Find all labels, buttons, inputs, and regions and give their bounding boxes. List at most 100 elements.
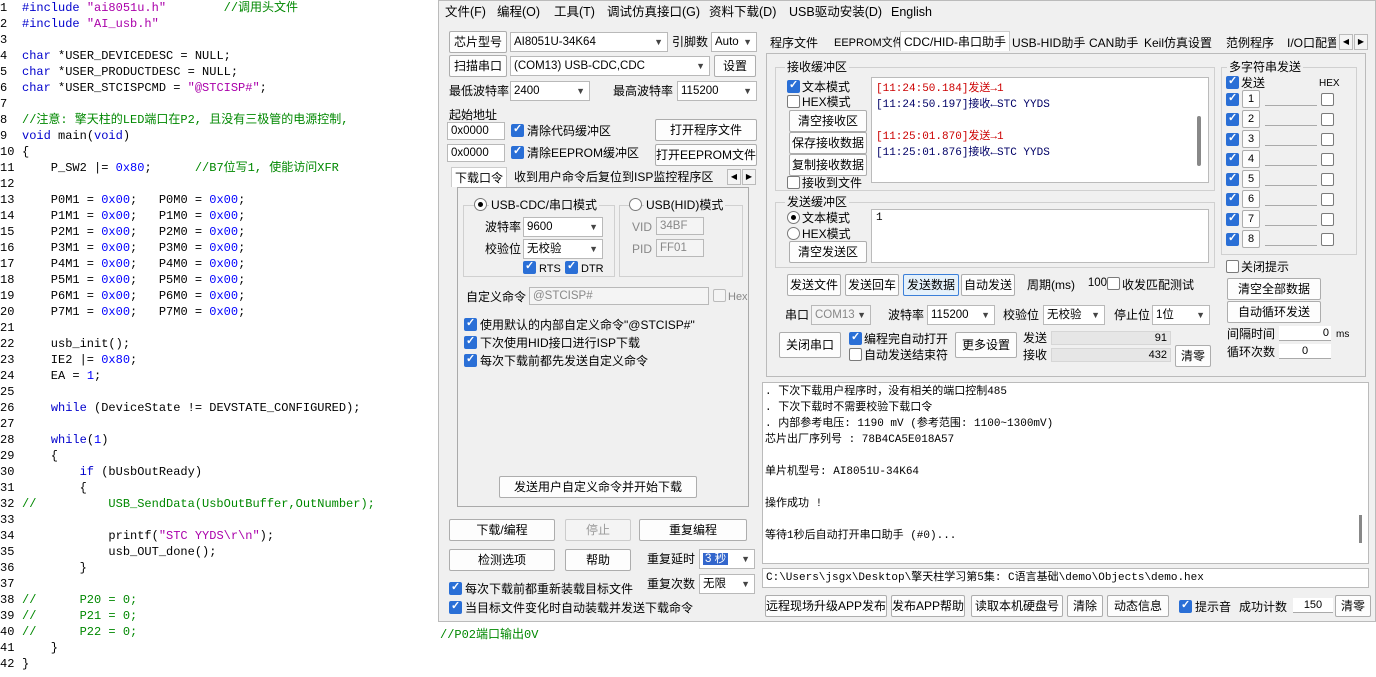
multi-row-checkbox[interactable] (1226, 211, 1239, 226)
copy-recv-button[interactable]: 复制接收数据 (789, 154, 867, 176)
help-button[interactable]: 帮助 (565, 549, 631, 571)
send-file-button[interactable]: 发送文件 (787, 274, 841, 296)
match-test-checkbox[interactable] (1107, 277, 1120, 290)
loop-count-input[interactable]: 0 (1279, 344, 1331, 359)
multi-row-send-button[interactable]: 1 (1242, 90, 1260, 108)
opt-hid-isp-checkbox[interactable] (464, 334, 477, 349)
opt-default-cmd-checkbox[interactable] (464, 316, 477, 331)
tab-program-file[interactable]: 程序文件 (767, 33, 821, 53)
clear-send-button[interactable]: 清空发送区 (789, 241, 867, 263)
clear-output-button[interactable]: 清除 (1067, 595, 1103, 617)
serial-stop-select[interactable]: 1位 ▼ (1152, 305, 1210, 325)
settings-button[interactable]: 设置 (714, 55, 756, 77)
tab-download-password[interactable]: 下载口令 (451, 167, 508, 187)
multi-row-hex-checkbox[interactable] (1321, 233, 1334, 246)
send-data-button[interactable]: 发送数据 (903, 274, 959, 296)
check-options-button[interactable]: 检测选项 (449, 549, 555, 571)
pid-input[interactable]: FF01 (656, 239, 704, 257)
custom-cmd-input[interactable]: @STCISP# (529, 287, 709, 305)
chip-select[interactable]: AI8051U-34K64 ▼ (510, 32, 668, 52)
clear-all-data-button[interactable]: 清空全部数据 (1227, 278, 1321, 300)
serial-parity-select[interactable]: 无校验 ▼ (1043, 305, 1105, 325)
output-log-scrollbar[interactable] (1359, 515, 1362, 543)
close-tips-checkbox[interactable] (1226, 260, 1239, 273)
eeprom-address-input[interactable]: 0x0000 (447, 144, 505, 162)
send-custom-cmd-button[interactable]: 发送用户自定义命令并开始下载 (499, 476, 697, 498)
read-disk-id-button[interactable]: 读取本机硬盘号 (971, 595, 1063, 617)
tab-keil-debug[interactable]: Keil仿真设置 (1141, 33, 1215, 53)
multi-row-hex-checkbox[interactable] (1321, 113, 1334, 126)
multi-row-checkbox[interactable] (1226, 91, 1239, 106)
multi-row-input[interactable] (1265, 245, 1317, 246)
multi-row-send-button[interactable]: 5 (1242, 170, 1260, 188)
multi-row-send-button[interactable]: 2 (1242, 110, 1260, 128)
vid-input[interactable]: 34BF (656, 217, 704, 235)
send-textarea[interactable]: 1 (871, 209, 1209, 263)
remote-upgrade-button[interactable]: 远程现场升级APP发布 (765, 595, 887, 617)
opt-send-cmd-checkbox[interactable] (464, 352, 477, 367)
code-address-input[interactable]: 0x0000 (447, 122, 505, 140)
multi-row-hex-checkbox[interactable] (1321, 133, 1334, 146)
right-tab-scroll-left-icon[interactable]: ◀ (1339, 34, 1353, 50)
multi-row-input[interactable] (1265, 205, 1317, 206)
scan-port-button[interactable]: 扫描串口 (449, 55, 507, 77)
multi-row-send-button[interactable]: 8 (1242, 230, 1260, 248)
tab-usb-hid[interactable]: USB-HID助手 (1009, 33, 1088, 53)
auto-send-button[interactable]: 自动发送 (961, 274, 1015, 296)
multi-row-checkbox[interactable] (1226, 231, 1239, 246)
tab-can[interactable]: CAN助手 (1086, 33, 1141, 53)
clear-eeprom-checkbox[interactable] (511, 144, 524, 159)
menu-file[interactable]: 文件(F) (445, 3, 486, 21)
multi-row-hex-checkbox[interactable] (1321, 173, 1334, 186)
tab-io-config[interactable]: I/O口配置 (1284, 33, 1336, 53)
multi-row-input[interactable] (1265, 165, 1317, 166)
multi-row-hex-checkbox[interactable] (1321, 193, 1334, 206)
stop-button[interactable]: 停止 (565, 519, 631, 541)
rts-checkbox[interactable] (523, 259, 536, 274)
multi-row-checkbox[interactable] (1226, 191, 1239, 206)
multi-row-send-button[interactable]: 4 (1242, 150, 1260, 168)
reload-checkbox[interactable] (449, 580, 462, 595)
repeat-delay-select[interactable]: 3 秒 ▼ (699, 549, 755, 569)
min-baud-select[interactable]: 2400 ▼ (510, 81, 590, 101)
multi-row-checkbox[interactable] (1226, 131, 1239, 146)
menu-program[interactable]: 编程(O) (497, 3, 540, 21)
tab-scroll-left-icon[interactable]: ◀ (727, 169, 741, 185)
clear-count-button[interactable]: 清零 (1175, 345, 1211, 367)
pin-count-select[interactable]: Auto ▼ (711, 32, 757, 52)
recv-text-mode-checkbox[interactable] (787, 78, 800, 93)
usb-hid-radio[interactable] (629, 198, 642, 211)
multi-row-hex-checkbox[interactable] (1321, 153, 1334, 166)
tab-eeprom-file[interactable]: EEPROM文件 (831, 33, 907, 53)
right-tab-scroll-right-icon[interactable]: ▶ (1354, 34, 1368, 50)
port-select[interactable]: (COM13) USB-CDC,CDC ▼ (510, 56, 710, 76)
tab-scroll-right-icon[interactable]: ▶ (742, 169, 756, 185)
multi-row-checkbox[interactable] (1226, 171, 1239, 186)
auto-loop-send-button[interactable]: 自动循环发送 (1227, 301, 1321, 323)
tab-cdc-hid-serial[interactable]: CDC/HID-串口助手 (900, 31, 1010, 51)
custom-cmd-hex-checkbox[interactable] (713, 289, 726, 302)
open-program-file-button[interactable]: 打开程序文件 (655, 119, 757, 141)
menu-usb-driver[interactable]: USB驱动安装(D) (789, 3, 882, 21)
multi-row-send-button[interactable]: 6 (1242, 190, 1260, 208)
recv-hex-mode-checkbox[interactable] (787, 95, 800, 108)
serial-port-select[interactable]: COM13 ▼ (811, 305, 871, 325)
multi-row-input[interactable] (1265, 185, 1317, 186)
tab-reset-isp[interactable]: 收到用户命令后复位到ISP监控程序区 (511, 167, 716, 187)
close-port-button[interactable]: 关闭串口 (779, 332, 841, 358)
clear-recv-button[interactable]: 清空接收区 (789, 110, 867, 132)
repeat-count-select[interactable]: 无限 ▼ (699, 574, 755, 594)
auto-open-checkbox[interactable] (849, 330, 862, 345)
multi-row-checkbox[interactable] (1226, 111, 1239, 126)
recv-scrollbar[interactable] (1197, 116, 1201, 166)
serial-baud-select[interactable]: 115200 ▼ (927, 305, 995, 325)
multi-row-input[interactable] (1265, 105, 1317, 106)
output-log[interactable]: . 下次下载用户程序时，没有相关的端口控制485 . 下次下载时不需要校验下载口… (762, 382, 1369, 564)
reprogram-button[interactable]: 重复编程 (639, 519, 747, 541)
send-enter-button[interactable]: 发送回车 (845, 274, 899, 296)
multi-row-hex-checkbox[interactable] (1321, 93, 1334, 106)
send-hex-mode-radio[interactable] (787, 227, 800, 240)
multi-row-input[interactable] (1265, 145, 1317, 146)
usb-cdc-radio[interactable] (474, 198, 487, 211)
max-baud-select[interactable]: 115200 ▼ (677, 81, 757, 101)
